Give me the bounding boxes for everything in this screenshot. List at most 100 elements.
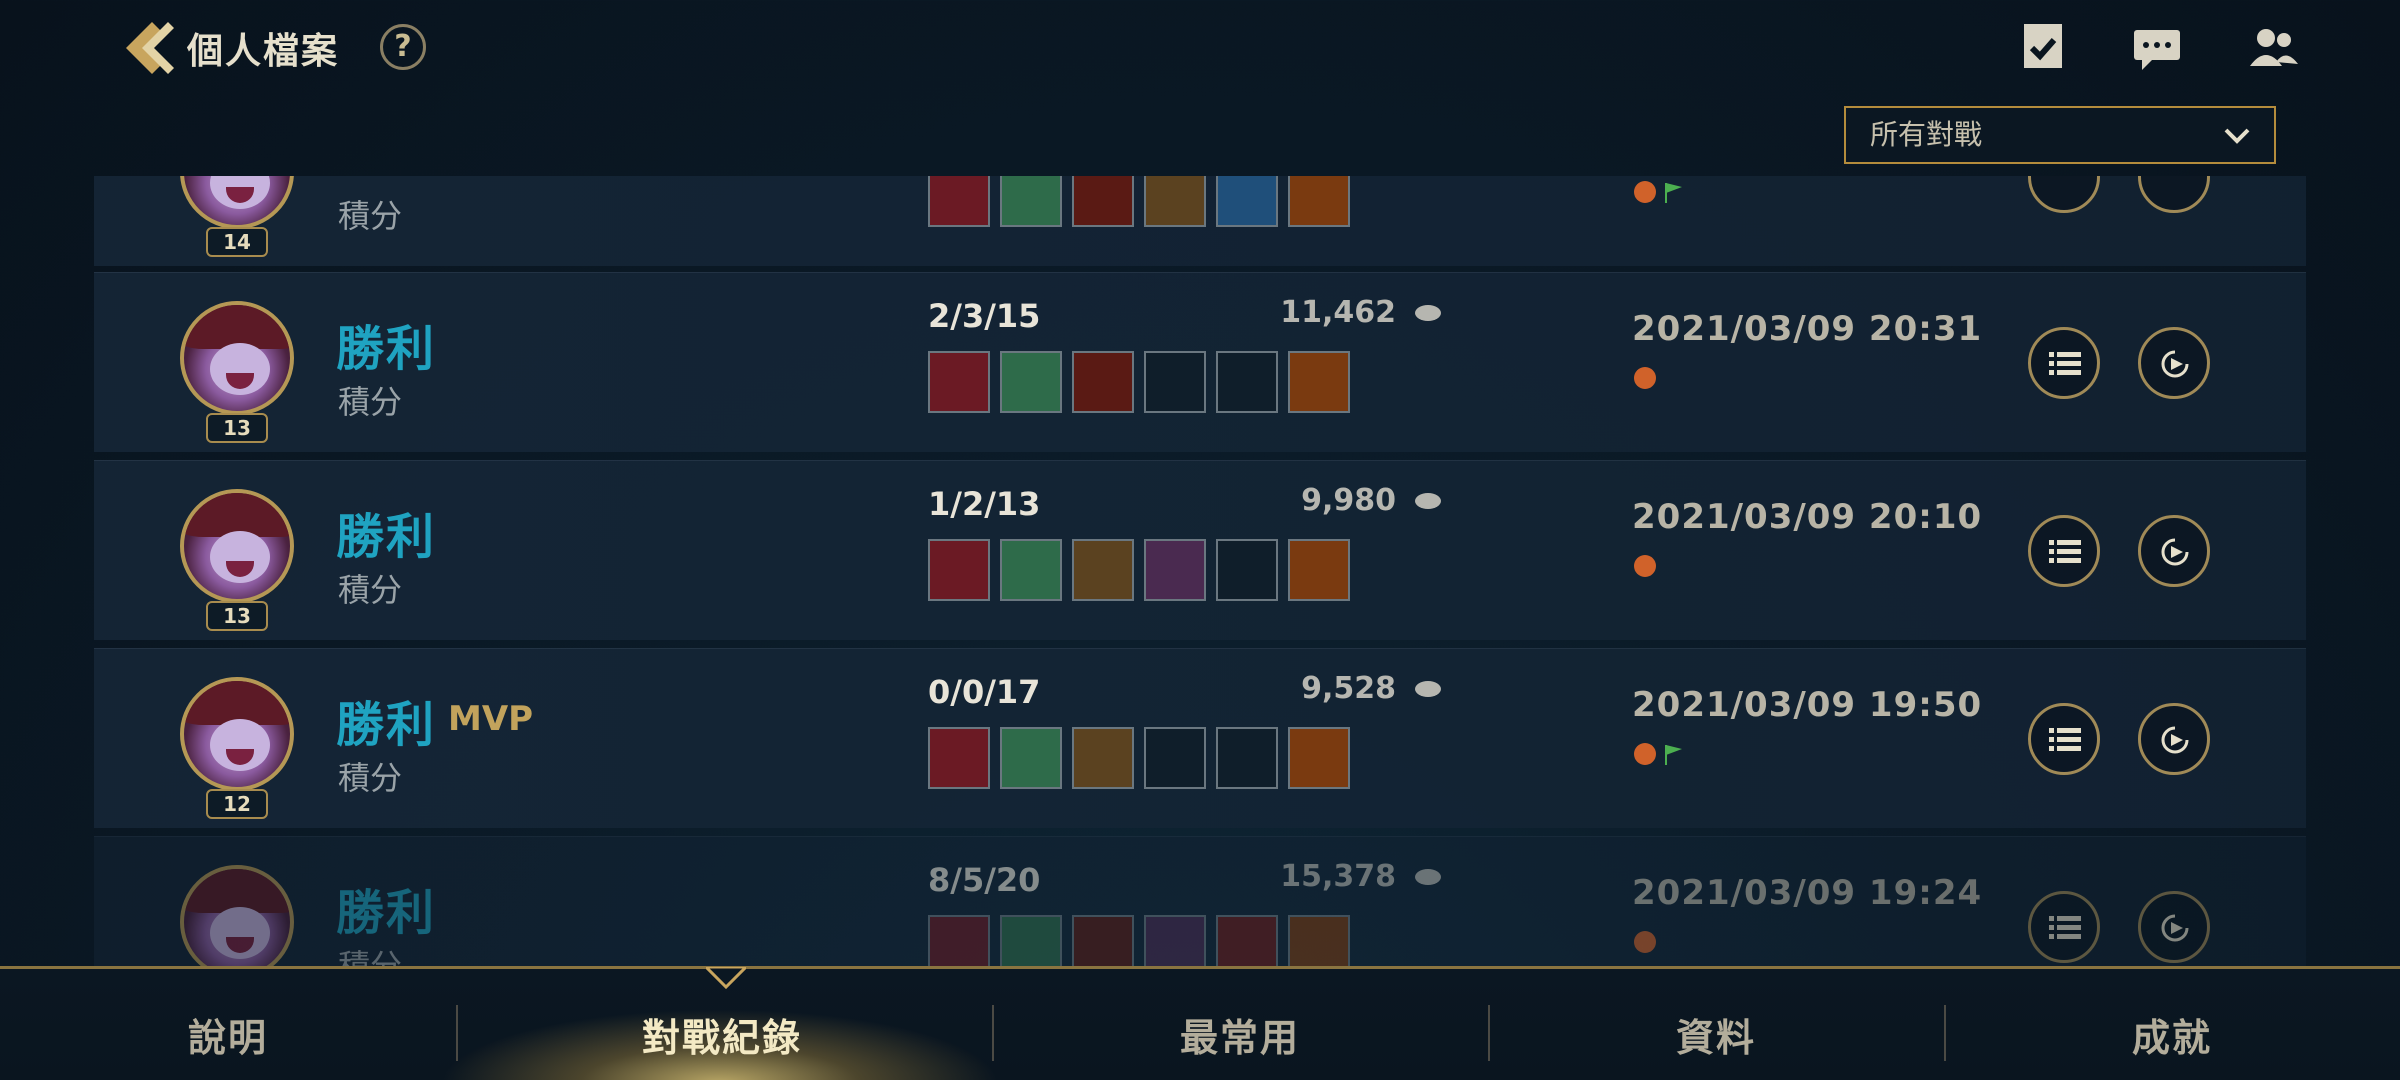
gold-coin-icon bbox=[1415, 681, 1441, 697]
replay-icon bbox=[2161, 538, 2189, 566]
match-result: 勝利 bbox=[336, 885, 437, 941]
match-result: 勝利 bbox=[336, 697, 437, 753]
match-row[interactable]: 勝利 積分 8/5/20 15,378 2021/03/09 19:24 bbox=[94, 836, 2306, 966]
match-row[interactable]: 14 積分 bbox=[94, 176, 2306, 266]
gold-value: 11,462 bbox=[1280, 295, 1396, 330]
orange-wing-item-icon bbox=[1288, 351, 1350, 413]
replay-icon bbox=[2161, 726, 2189, 754]
champion-avatar bbox=[180, 865, 294, 966]
replay-button[interactable] bbox=[2138, 891, 2210, 963]
replay-button[interactable] bbox=[2138, 176, 2210, 213]
empty-item-slot bbox=[1216, 351, 1278, 413]
tab-achievements[interactable]: 成就 bbox=[2132, 1007, 2212, 1062]
help-button[interactable]: ? bbox=[380, 24, 426, 70]
match-mode: 積分 bbox=[338, 947, 403, 966]
red-chalice-item-icon bbox=[1072, 351, 1134, 413]
match-details-button[interactable] bbox=[2028, 515, 2100, 587]
match-row[interactable]: 13 勝利 積分 1/2/13 9,980 2021/03/09 20:10 bbox=[94, 460, 2306, 640]
champion-avatar bbox=[180, 301, 294, 415]
match-history-list[interactable]: 14 積分 13 勝利 積分 2/3/15 11,462 2021/03/09 … bbox=[0, 176, 2400, 966]
missions-icon[interactable] bbox=[2018, 22, 2072, 76]
filter-selected-value: 所有對戰 bbox=[1870, 118, 1983, 151]
active-tab-pointer-icon bbox=[706, 967, 746, 989]
friends-icon[interactable] bbox=[2246, 22, 2300, 76]
cloak-item-icon bbox=[1072, 727, 1134, 789]
match-filter-dropdown[interactable]: 所有對戰 bbox=[1844, 106, 2276, 164]
back-arrow-icon bbox=[126, 22, 174, 74]
replay-icon bbox=[2161, 914, 2189, 942]
replay-button[interactable] bbox=[2138, 703, 2210, 775]
mvp-badge: MVP bbox=[448, 699, 534, 739]
back-button[interactable] bbox=[118, 18, 176, 78]
gold-earned: 9,528 bbox=[1154, 671, 1444, 706]
match-row[interactable]: 12 勝利 MVP 積分 0/0/17 9,528 2021/03/09 19:… bbox=[94, 648, 2306, 828]
green-gem-item-icon bbox=[1000, 727, 1062, 789]
match-date: 2021/03/09 20:31 bbox=[1632, 309, 1983, 349]
gold-value: 9,528 bbox=[1301, 671, 1396, 706]
champion-level-badge: 12 bbox=[206, 789, 268, 819]
match-details-button[interactable] bbox=[2028, 891, 2100, 963]
green-gem-item-icon bbox=[1000, 539, 1062, 601]
match-mode: 積分 bbox=[338, 571, 403, 609]
red-armor-item-icon bbox=[928, 539, 990, 601]
top-header: 個人檔案 ? 所有對戰 bbox=[0, 0, 2400, 164]
tab-guide[interactable]: 說明 bbox=[188, 1007, 268, 1062]
replay-icon bbox=[2161, 350, 2189, 378]
champion-level-badge: 13 bbox=[206, 413, 268, 443]
red-chalice-item-icon bbox=[1072, 176, 1134, 227]
tab-divider bbox=[1488, 1005, 1490, 1061]
red-armor-item-icon bbox=[928, 351, 990, 413]
purple-tome-item-icon bbox=[1144, 539, 1206, 601]
tab-stats[interactable]: 資料 bbox=[1676, 1007, 1756, 1062]
match-mode: 積分 bbox=[338, 197, 403, 235]
rank-icon bbox=[1634, 743, 1656, 765]
red-armor-item-icon bbox=[928, 176, 990, 227]
match-row[interactable]: 13 勝利 積分 2/3/15 11,462 2021/03/09 20:31 bbox=[94, 272, 2306, 452]
chat-icon[interactable] bbox=[2130, 22, 2184, 76]
red-armor-item-icon bbox=[928, 915, 990, 966]
chevron-down-icon bbox=[2224, 128, 2250, 144]
list-icon bbox=[2049, 352, 2081, 375]
red-armor-item-icon bbox=[928, 727, 990, 789]
page-title: 個人檔案 bbox=[187, 31, 340, 72]
match-result: 勝利 bbox=[336, 321, 437, 377]
blue-compass-item-icon bbox=[1216, 176, 1278, 227]
flag-icon bbox=[1662, 743, 1684, 765]
tab-match-history[interactable]: 對戰紀錄 bbox=[642, 1007, 802, 1062]
empty-item-slot bbox=[1144, 727, 1206, 789]
match-details-button[interactable] bbox=[2028, 327, 2100, 399]
match-result: 勝利 bbox=[336, 509, 437, 565]
rank-icon bbox=[1634, 367, 1656, 389]
champion-avatar bbox=[180, 176, 294, 229]
list-icon bbox=[2049, 540, 2081, 563]
list-icon bbox=[2049, 728, 2081, 751]
champion-level-badge: 13 bbox=[206, 601, 268, 631]
empty-item-slot bbox=[1216, 727, 1278, 789]
match-details-button[interactable] bbox=[2028, 703, 2100, 775]
flag-icon bbox=[1662, 181, 1684, 203]
match-date: 2021/03/09 19:24 bbox=[1632, 873, 1983, 913]
kda: 8/5/20 bbox=[928, 861, 1041, 899]
cloak-item-icon bbox=[1072, 539, 1134, 601]
green-gem-item-icon bbox=[1000, 176, 1062, 227]
rank-icon bbox=[1634, 181, 1656, 203]
gold-earned: 9,980 bbox=[1154, 483, 1444, 518]
match-date: 2021/03/09 19:50 bbox=[1632, 685, 1983, 725]
gold-value: 9,980 bbox=[1301, 483, 1396, 518]
replay-button[interactable] bbox=[2138, 515, 2210, 587]
kda: 2/3/15 bbox=[928, 297, 1041, 335]
orange-wing-item-icon bbox=[1288, 539, 1350, 601]
champion-level-badge: 14 bbox=[206, 227, 268, 257]
gold-earned: 15,378 bbox=[1154, 859, 1444, 894]
match-date: 2021/03/09 20:10 bbox=[1632, 497, 1983, 537]
orange-wing-item-icon bbox=[1288, 727, 1350, 789]
replay-button[interactable] bbox=[2138, 327, 2210, 399]
gold-earned: 11,462 bbox=[1154, 295, 1444, 330]
champion-avatar bbox=[180, 677, 294, 791]
match-details-button[interactable] bbox=[2028, 176, 2100, 213]
list-icon bbox=[2049, 916, 2081, 939]
gold-value: 15,378 bbox=[1280, 859, 1396, 894]
gold-coin-icon bbox=[1415, 493, 1441, 509]
tab-most-played[interactable]: 最常用 bbox=[1180, 1007, 1300, 1062]
green-gem-item-icon bbox=[1000, 915, 1062, 966]
